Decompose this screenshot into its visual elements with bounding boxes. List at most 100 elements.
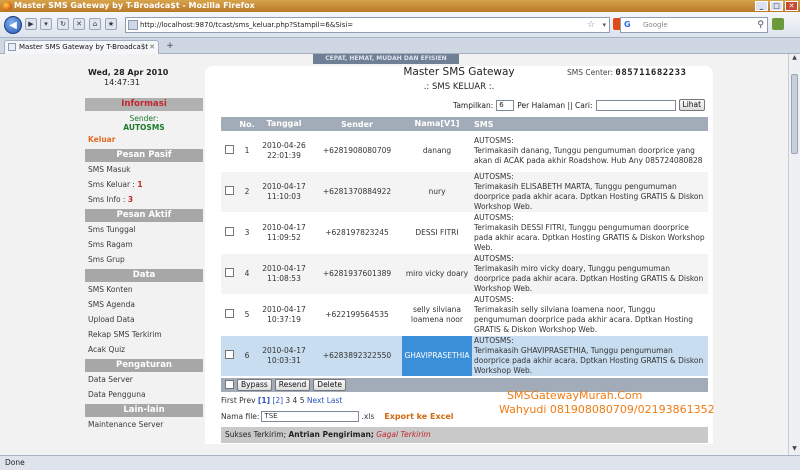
row-sender: +6281908080709 — [312, 131, 402, 172]
sidebar-item-label: SMS Agenda — [88, 300, 135, 309]
sidebar-item[interactable]: Acak Quiz — [85, 342, 203, 357]
sidebar-item[interactable]: Sms Tunggal — [85, 222, 203, 237]
row-checkbox[interactable] — [225, 145, 234, 155]
row-checkbox[interactable] — [225, 227, 234, 236]
row-checkbox-cell — [221, 335, 238, 377]
stop-icon[interactable]: ✕ — [73, 18, 85, 30]
sidebar-item-label: Rekap SMS Terkirim — [88, 330, 162, 339]
row-checkbox[interactable] — [225, 186, 234, 195]
bookmark-icon[interactable]: ★ — [105, 18, 117, 30]
table-row[interactable]: 4 2010-04-17 11:08:53 +6281937601389 miro vi… — [221, 253, 708, 295]
sidebar-item[interactable]: Rekap SMS Terkirim — [85, 327, 203, 342]
search-input[interactable]: G Google ⚲ — [620, 17, 768, 33]
sidebar-item[interactable]: SMS Masuk — [85, 162, 203, 177]
scroll-up-icon[interactable]: ▲ — [789, 54, 800, 64]
sidebar-item-label: Sms Ragam — [88, 240, 133, 249]
extension-icon[interactable] — [772, 18, 784, 30]
file-name-input[interactable]: TSE — [261, 410, 360, 422]
row-checkbox[interactable] — [225, 309, 234, 318]
page-2-link[interactable]: [2] — [272, 396, 283, 405]
firefox-icon — [2, 1, 12, 11]
sidebar-item[interactable]: Sms Keluar : 1 — [85, 177, 203, 192]
select-all-checkbox[interactable] — [225, 380, 234, 389]
sidebar-item[interactable]: Sms Info : 3 — [85, 192, 203, 207]
header-no[interactable]: No. — [238, 117, 256, 131]
reload-icon[interactable]: ↻ — [57, 18, 69, 30]
row-date-time: 11:09:52 — [267, 232, 301, 242]
row-sender: +6283892322550 — [312, 335, 402, 377]
header-sender[interactable]: Sender — [312, 117, 402, 131]
maximize-icon[interactable]: □ — [770, 1, 783, 11]
forward-arrow-icon[interactable]: ▶ — [25, 18, 37, 30]
url-bar[interactable]: http://localhost:9870/tcast/sms_keluar.p… — [125, 17, 610, 33]
sms-center: SMS Center: 085711682233 — [567, 68, 686, 78]
sidebar-item[interactable]: Data Server — [85, 372, 203, 387]
row-checkbox[interactable] — [225, 268, 234, 277]
delete-button[interactable]: Delete — [313, 378, 346, 391]
row-no: 1 — [238, 131, 256, 172]
star-icon[interactable]: ☆ — [587, 18, 595, 32]
search-icon[interactable]: ⚲ — [757, 18, 764, 32]
resend-button[interactable]: Resend — [274, 378, 311, 391]
first-prev-link[interactable]: First Prev — [221, 396, 256, 405]
row-sms-from: AUTOSMS: — [474, 335, 514, 345]
sidebar-item[interactable]: Sms Grup — [85, 252, 203, 267]
row-checkbox[interactable] — [225, 350, 234, 359]
view-button[interactable]: Lihat — [678, 99, 706, 111]
page-more-links[interactable]: 3 4 5 — [285, 396, 304, 405]
row-sender: +6281370884922 — [312, 171, 402, 213]
sidebar-item-label: SMS Konten — [88, 285, 133, 294]
sidebar-item[interactable]: Upload Data — [85, 312, 203, 327]
row-sms-from: AUTOSMS: — [474, 253, 514, 263]
minimize-icon[interactable]: _ — [755, 1, 768, 11]
row-checkbox-cell — [221, 131, 238, 172]
sidebar-item[interactable]: SMS Agenda — [85, 297, 203, 312]
row-sms-from: AUTOSMS: — [474, 294, 514, 304]
sidebar-item-keluar[interactable]: Keluar — [85, 132, 203, 147]
sender-info: Sender: AUTOSMS — [85, 111, 203, 132]
row-date: 2010-04-17 10:37:19 — [256, 294, 312, 336]
url-dropdown-icon[interactable]: ▾ — [602, 18, 606, 32]
search-field[interactable] — [595, 99, 676, 111]
sidebar-item[interactable]: Data Pengguna — [85, 387, 203, 402]
row-sender: +6281937601389 — [312, 253, 402, 295]
row-sms-from: AUTOSMS: — [474, 171, 514, 181]
back-arrow-icon[interactable]: ◀ — [4, 16, 22, 34]
tab-page-icon — [8, 43, 16, 51]
bypass-button[interactable]: Bypass — [237, 378, 272, 391]
scroll-thumb[interactable] — [791, 74, 798, 154]
home-icon[interactable]: ⌂ — [89, 18, 101, 30]
file-name-label: Nama file: — [221, 411, 260, 421]
scroll-down-icon[interactable]: ▼ — [789, 445, 800, 455]
header-nama[interactable]: Nama[V1] — [402, 117, 472, 131]
page-scrollbar[interactable]: ▲ ▼ — [788, 54, 800, 455]
sidebar-section-heading: Data — [85, 269, 203, 282]
sidebar-section-heading: Lain-lain — [85, 404, 203, 417]
table-row[interactable]: 5 2010-04-17 10:37:19 +622199564535 selly si… — [221, 294, 708, 336]
tab-master-sms[interactable]: Master SMS Gateway by T-Broadca$t ✕ — [4, 40, 159, 54]
sidebar-item[interactable]: Sms Ragam — [85, 237, 203, 252]
row-date: 2010-04-26 22:01:39 — [256, 131, 312, 172]
row-sms-text: Terimakasih miro vicky doary, Tunggu pen… — [474, 263, 704, 293]
row-sms: AUTOSMS: Terimakasih miro vicky doary, Tu… — [472, 253, 708, 295]
page-title: .: SMS KELUAR :. — [423, 82, 495, 92]
tab-close-icon[interactable]: ✕ — [149, 41, 155, 53]
table-row[interactable]: 3 2010-04-17 11:09:52 +628197823245 DESSI FI… — [221, 212, 708, 254]
row-sender: +628197823245 — [312, 212, 402, 254]
table-row[interactable]: 6 2010-04-17 10:03:31 +6283892322550 GHAVIPR… — [221, 335, 708, 377]
table-row[interactable]: 2 2010-04-17 11:10:03 +6281370884922 nury AUT… — [221, 171, 708, 213]
header-tanggal[interactable]: Tanggal — [256, 117, 312, 131]
new-tab-icon[interactable]: + — [163, 40, 177, 52]
table-row[interactable]: 1 2010-04-26 22:01:39 +6281908080709 danang A… — [221, 131, 708, 172]
watermark-site: SMSGatewayMurah.Com — [507, 388, 643, 402]
export-excel-link[interactable]: Export ke Excel — [384, 412, 453, 421]
page-1-link[interactable]: [1] — [258, 396, 270, 405]
per-page-input[interactable]: 6 — [496, 99, 515, 111]
next-last-link[interactable]: Next Last — [307, 396, 342, 405]
close-icon[interactable]: ✕ — [785, 1, 798, 11]
sidebar-item[interactable]: SMS Konten — [85, 282, 203, 297]
history-dropdown-icon[interactable]: ▾ — [40, 18, 52, 30]
sidebar-item-label: Sms Tunggal — [88, 225, 136, 234]
header-sms[interactable]: SMS — [472, 117, 708, 131]
sidebar-item[interactable]: Maintenance Server — [85, 417, 203, 432]
